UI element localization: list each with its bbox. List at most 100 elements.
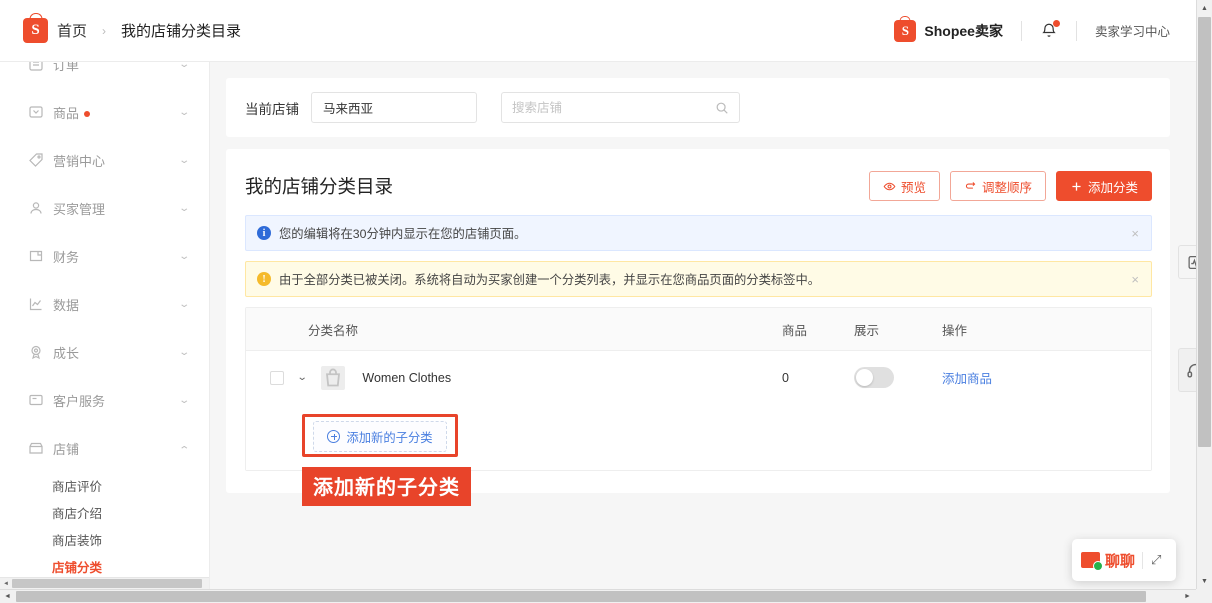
reorder-icon <box>964 180 977 193</box>
new-badge-dot <box>84 110 91 117</box>
category-name: Women Clothes <box>362 370 452 385</box>
preview-button-label: 预览 <box>900 180 926 195</box>
sidebar-item-finance[interactable]: 财务 ⌄ <box>0 232 209 280</box>
notification-button[interactable] <box>1040 19 1060 41</box>
chevron-down-icon: ⌄ <box>177 154 190 166</box>
sidebar: 订单 ⌄ 商品 ⌄ 营销中心 ⌄ 买家管理 ⌄ 财务 ⌄ 数据 ⌄ 成长 ⌄ 客… <box>0 62 210 589</box>
chevron-down-icon: ⌄ <box>177 202 190 214</box>
display-toggle-cell <box>854 367 942 388</box>
info-alert: i 您的编辑将在30分钟内显示在您的店铺页面。 × <box>245 215 1152 251</box>
seller-learning-center-link[interactable]: 卖家学习中心 <box>1095 21 1170 40</box>
sidebar-submenu-shop: 商店评价 商店介绍 商店装饰 店铺分类 媒体空间 我的报告 <box>0 472 209 589</box>
sidebar-label: 店铺 <box>53 441 80 457</box>
product-icon <box>28 104 44 120</box>
page-horizontal-scrollbar[interactable]: ◄ ► <box>0 589 1212 603</box>
column-header-name: 分类名称 <box>308 323 359 338</box>
notification-dot <box>1052 19 1060 27</box>
preview-button[interactable]: 预览 <box>868 171 940 201</box>
add-subcategory-label: 添加新的子分类 <box>346 430 433 445</box>
plus-icon <box>1070 180 1083 193</box>
sidebar-item-products[interactable]: 商品 ⌄ <box>0 88 209 136</box>
sidebar-item-marketing[interactable]: 营销中心 ⌄ <box>0 136 209 184</box>
sidebar-item-shop-rating[interactable]: 商店评价 <box>0 472 209 499</box>
add-category-button-label: 添加分类 <box>1087 180 1138 195</box>
info-icon: i <box>257 226 271 240</box>
add-product-link[interactable]: 添加商品 <box>942 372 992 386</box>
sidebar-item-buyer-management[interactable]: 买家管理 ⌄ <box>0 184 209 232</box>
sidebar-item-growth[interactable]: 成长 ⌄ <box>0 328 209 376</box>
page-vertical-scrollbar[interactable]: ▲ ▼ <box>1196 0 1212 589</box>
chevron-down-icon[interactable]: ⌄ <box>297 372 308 383</box>
chevron-down-icon: ⌄ <box>177 394 190 406</box>
close-icon[interactable]: × <box>1121 272 1139 287</box>
breadcrumb-home[interactable]: 首页 <box>57 20 87 41</box>
sidebar-item-shop-categories[interactable]: 店铺分类 <box>0 553 209 580</box>
display-toggle[interactable] <box>854 367 894 388</box>
sidebar-label: 商品 <box>53 103 180 122</box>
shopping-bag-icon <box>321 365 346 390</box>
add-category-button[interactable]: 添加分类 <box>1055 171 1152 201</box>
scroll-left-arrow-icon[interactable]: ◄ <box>0 578 12 589</box>
scrollbar-corner <box>1196 589 1212 603</box>
seller-name-label: Shopee卖家 <box>924 22 1003 39</box>
search-icon <box>716 102 728 114</box>
add-subcategory-button[interactable]: 添加新的子分类 <box>313 421 447 452</box>
category-product-count: 0 <box>782 370 789 385</box>
service-icon <box>28 392 44 408</box>
shop-select-value: 马来西亚 <box>323 102 374 116</box>
info-alert-text: 您的编辑将在30分钟内显示在您的店铺页面。 <box>279 227 527 241</box>
shop-select[interactable]: 马来西亚 <box>311 92 477 123</box>
chevron-down-icon: ⌄ <box>177 346 190 358</box>
reorder-button[interactable]: 调整顺序 <box>949 171 1046 201</box>
panel-header: 我的店铺分类目录 预览 调整顺序 添加分类 <box>226 149 1170 215</box>
sidebar-sub-label: 商店介绍 <box>52 507 103 521</box>
sidebar-item-shop-decoration[interactable]: 商店装饰 <box>0 526 209 553</box>
toggle-knob <box>856 369 873 386</box>
reorder-button-label: 调整顺序 <box>981 180 1032 195</box>
close-icon[interactable]: × <box>1121 226 1139 241</box>
sidebar-item-customer-service[interactable]: 客户服务 ⌄ <box>0 376 209 424</box>
sidebar-item-shop-intro[interactable]: 商店介绍 <box>0 499 209 526</box>
scroll-left-arrow-icon[interactable]: ◄ <box>0 590 15 603</box>
sidebar-scroll-thumb[interactable] <box>12 579 202 588</box>
annotation-label: 添加新的子分类 <box>302 467 471 506</box>
category-actions-cell: 添加商品 <box>942 368 1092 387</box>
warning-alert: ! 由于全部分类已被关闭。系统将自动为买家创建一个分类列表，并显示在您商品页面的… <box>245 261 1152 297</box>
search-input[interactable] <box>512 100 715 115</box>
vertical-scroll-thumb[interactable] <box>1198 17 1211 447</box>
sidebar-item-shop[interactable]: 店铺 ⌄ <box>0 424 209 472</box>
chat-widget[interactable]: 聊聊 ⤢ <box>1072 539 1176 581</box>
finance-icon <box>28 248 44 264</box>
categories-panel: 我的店铺分类目录 预览 调整顺序 添加分类 i 您的编辑将在30分钟内显示在您的… <box>226 149 1170 493</box>
column-header-actions: 操作 <box>942 323 968 338</box>
table-header-row: 分类名称 商品 展示 操作 <box>246 308 1151 351</box>
sidebar-label-text: 商品 <box>53 105 80 121</box>
sidebar-label: 数据 <box>53 297 80 313</box>
header-divider-1 <box>1020 20 1022 41</box>
header-right-group: S Shopee卖家 卖家学习中心 <box>894 19 1196 42</box>
sidebar-label: 成长 <box>53 345 80 361</box>
sidebar-item-orders[interactable]: 订单 ⌄ <box>0 62 209 88</box>
chat-icon <box>1081 552 1103 571</box>
header-divider-2 <box>1075 20 1077 41</box>
chevron-up-icon: ⌄ <box>177 442 190 454</box>
chat-label: 聊聊 <box>1105 552 1136 570</box>
sidebar-label: 财务 <box>53 249 80 265</box>
shop-search-box[interactable] <box>501 92 740 123</box>
expand-icon[interactable]: ⤢ <box>1151 552 1161 568</box>
eye-icon <box>883 180 896 193</box>
sidebar-item-data[interactable]: 数据 ⌄ <box>0 280 209 328</box>
scroll-down-arrow-icon[interactable]: ▼ <box>1197 573 1212 589</box>
sidebar-label: 营销中心 <box>53 153 106 169</box>
scroll-right-arrow-icon[interactable]: ► <box>1180 590 1195 603</box>
scroll-up-arrow-icon[interactable]: ▲ <box>1197 0 1212 16</box>
shopee-logo-icon: S <box>23 18 48 43</box>
sidebar-horizontal-scrollbar[interactable]: ◄ <box>0 577 209 589</box>
sidebar-label: 客户服务 <box>53 393 106 409</box>
breadcrumb: S 首页 › 我的店铺分类目录 <box>0 18 241 43</box>
column-header-products: 商品 <box>782 323 808 338</box>
chevron-down-icon: ⌄ <box>177 62 190 70</box>
checkbox-icon[interactable] <box>270 370 284 385</box>
horizontal-scroll-thumb[interactable] <box>16 591 1146 602</box>
sidebar-menu: 订单 ⌄ 商品 ⌄ 营销中心 ⌄ 买家管理 ⌄ 财务 ⌄ 数据 ⌄ 成长 ⌄ 客… <box>0 62 209 589</box>
